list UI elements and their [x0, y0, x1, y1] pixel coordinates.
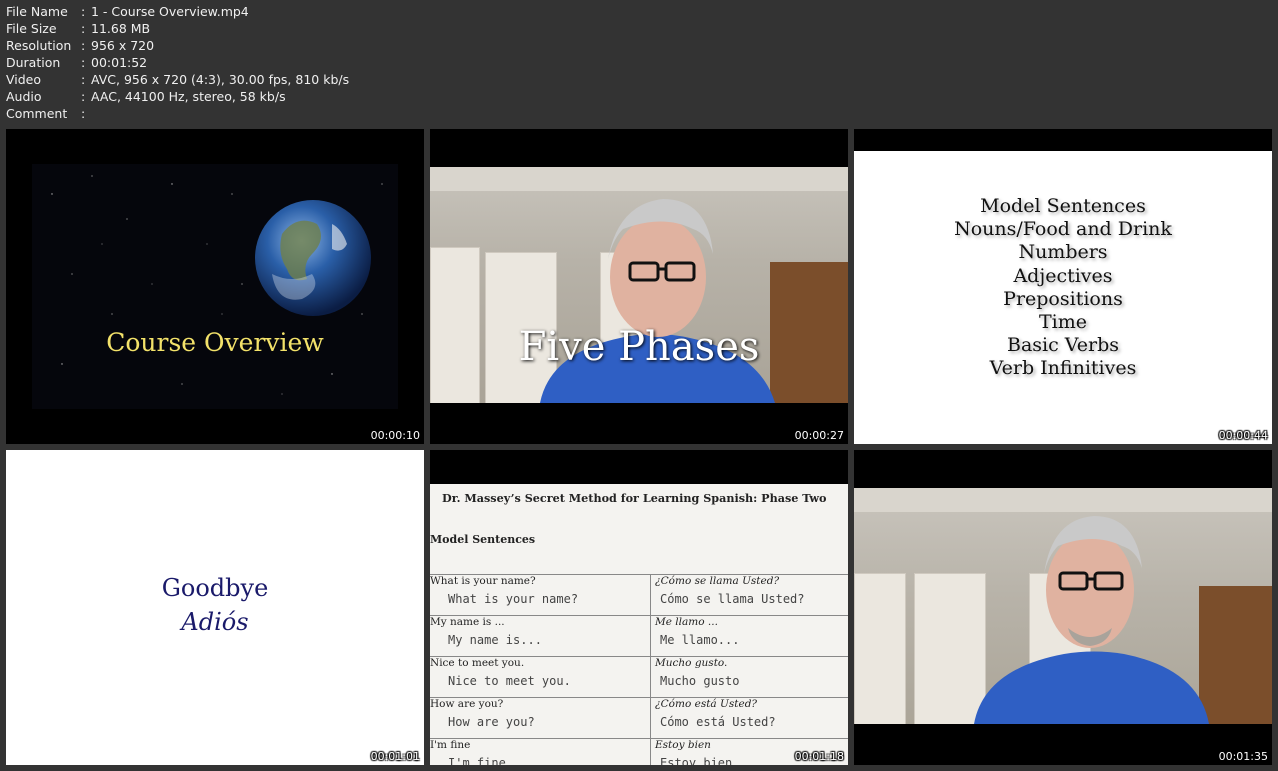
thumbnail-course-overview[interactable]: Course Overview 00:00:10: [6, 129, 424, 444]
info-value: 956 x 720: [91, 38, 155, 53]
timestamp: 00:00:10: [370, 429, 420, 442]
file-info-panel: File Name:1 - Course Overview.mp4 File S…: [6, 3, 349, 122]
handwritten-spanish: Cómo se llama Usted?: [660, 592, 805, 606]
english-phrase: How are you?: [430, 698, 504, 710]
video-frame: [854, 488, 1272, 724]
file-info-row: File Size:11.68 MB: [6, 20, 349, 37]
info-separator: :: [81, 55, 86, 70]
english-phrase: What is your name?: [430, 575, 536, 587]
spanish-phrase: Mucho gusto.: [655, 657, 728, 669]
slide-title-spanish: Adiós: [181, 608, 249, 636]
info-key: Resolution: [6, 38, 72, 53]
info-key: Comment: [6, 106, 68, 121]
info-key: Audio: [6, 89, 42, 104]
info-key: Video: [6, 72, 42, 87]
slide-title: Five Phases: [518, 324, 760, 370]
spanish-phrase: ¿Cómo está Usted?: [655, 698, 758, 710]
topic-item: Prepositions: [1003, 287, 1123, 310]
worksheet-page: Dr. Massey’s Secret Method for Learning …: [430, 484, 848, 765]
english-phrase: I'm fine: [430, 739, 471, 751]
thumbnail-grid: Course Overview 00:00:10 Five Phases 00:…: [6, 129, 1272, 765]
topic-item: Nouns/Food and Drink: [954, 218, 1172, 241]
thumbnail-topic-list[interactable]: Model Sentences Nouns/Food and Drink Num…: [854, 129, 1272, 444]
info-value: 1 - Course Overview.mp4: [91, 4, 249, 19]
english-phrase: Nice to meet you.: [430, 657, 525, 669]
topic-item: Verb Infinitives: [989, 357, 1137, 380]
info-value: AAC, 44100 Hz, stereo, 58 kb/s: [91, 89, 286, 104]
thumbnail-goodbye[interactable]: Goodbye Adiós 00:01:01: [6, 450, 424, 765]
spanish-cell: ¿Cómo está Usted? Cómo está Usted?: [650, 697, 848, 739]
english-cell: What is your name? What is your name?: [430, 574, 651, 616]
english-cell: How are you? How are you?: [430, 697, 651, 739]
handwritten-spanish: Me llamo...: [660, 633, 740, 647]
table-row: My name is ... My name is... Me llamo ...…: [430, 615, 848, 657]
table-row: I'm fine I'm fine Estoy bien Estoy bien: [430, 738, 848, 765]
spanish-phrase: ¿Cómo se llama Usted?: [655, 575, 780, 587]
thumbnail-five-phases[interactable]: Five Phases 00:00:27: [430, 129, 848, 444]
topic-item: Basic Verbs: [1006, 334, 1119, 357]
worksheet-subheading: Model Sentences: [430, 533, 536, 546]
file-info-row: Video: AVC, 956 x 720 (4:3), 30.00 fps, 8…: [6, 71, 349, 88]
phrase-table: What is your name? What is your name? ¿Có…: [430, 574, 848, 765]
table-row: Nice to meet you. Nice to meet you. Mucho…: [430, 656, 848, 698]
handwritten-spanish: Mucho gusto: [660, 674, 740, 688]
file-info-row: Audio: AAC, 44100 Hz, stereo, 58 kb/s: [6, 88, 349, 105]
file-info-row: Duration:00:01:52: [6, 54, 349, 71]
timestamp: 00:01:01: [370, 750, 420, 763]
info-value: 00:01:52: [91, 55, 148, 70]
info-separator: :: [81, 21, 86, 36]
thumbnail-presenter[interactable]: 00:01:35: [854, 450, 1272, 765]
file-info-row: Resolution:956 x 720: [6, 37, 349, 54]
info-separator: :: [81, 106, 86, 121]
presenter-image: [974, 516, 1209, 724]
english-cell: I'm fine I'm fine: [430, 738, 651, 765]
timestamp: 00:01:18: [794, 750, 844, 763]
topic-item: Time: [1038, 311, 1087, 334]
handwritten-english: I'm fine: [448, 756, 506, 765]
english-cell: Nice to meet you. Nice to meet you.: [430, 656, 651, 698]
thumbnail-worksheet[interactable]: Dr. Massey’s Secret Method for Learning …: [430, 450, 848, 765]
info-value: AVC, 956 x 720 (4:3), 30.00 fps, 810 kb/…: [91, 72, 350, 87]
topic-item: Numbers: [1018, 241, 1108, 264]
timestamp: 00:00:44: [1218, 429, 1268, 442]
info-separator: :: [81, 72, 86, 87]
handwritten-spanish: Cómo está Usted?: [660, 715, 776, 729]
handwritten-english: My name is...: [448, 633, 542, 647]
handwritten-english: What is your name?: [448, 592, 579, 606]
timestamp: 00:01:35: [1218, 750, 1268, 763]
table-row: How are you? How are you? ¿Cómo está Uste…: [430, 697, 848, 739]
slide-title: Course Overview: [106, 328, 324, 357]
starfield-background: [32, 164, 398, 409]
spanish-cell: Me llamo ... Me llamo...: [650, 615, 848, 657]
info-separator: :: [81, 38, 86, 53]
handwritten-english: Nice to meet you.: [448, 674, 571, 688]
english-cell: My name is ... My name is...: [430, 615, 651, 657]
info-key: File Size: [6, 21, 57, 36]
info-separator: :: [81, 89, 86, 104]
file-info-row: Comment:: [6, 105, 349, 122]
table-row: What is your name? What is your name? ¿Có…: [430, 574, 848, 616]
slide-title-english: Goodbye: [161, 574, 269, 602]
file-info-row: File Name:1 - Course Overview.mp4: [6, 3, 349, 20]
worksheet-heading: Dr. Massey’s Secret Method for Learning …: [442, 491, 827, 505]
handwritten-english: How are you?: [448, 715, 535, 729]
timestamp: 00:00:27: [794, 429, 844, 442]
info-value: 11.68 MB: [91, 21, 151, 36]
topic-item: Adjectives: [1013, 264, 1113, 287]
english-phrase: My name is ...: [430, 616, 505, 628]
info-separator: :: [81, 4, 86, 19]
earth-image: [51, 175, 383, 395]
info-key: File Name: [6, 4, 68, 19]
spanish-phrase: Me llamo ...: [655, 616, 718, 628]
spanish-cell: Mucho gusto. Mucho gusto: [650, 656, 848, 698]
topic-list: Model Sentences Nouns/Food and Drink Num…: [854, 195, 1272, 381]
topic-item: Model Sentences: [980, 195, 1146, 217]
spanish-phrase: Estoy bien: [655, 739, 711, 751]
info-key: Duration: [6, 55, 61, 70]
spanish-cell: ¿Cómo se llama Usted? Cómo se llama Usted…: [650, 574, 848, 616]
